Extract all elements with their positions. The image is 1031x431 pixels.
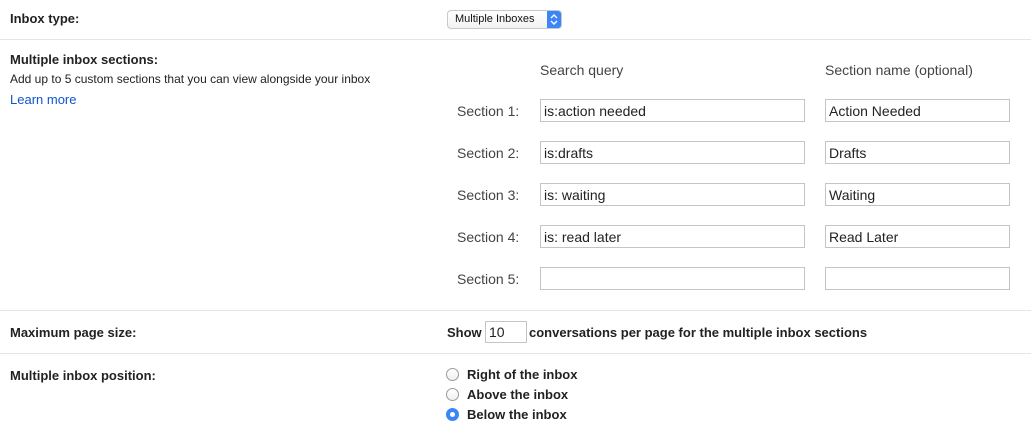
- section-3-label: Section 3:: [457, 187, 520, 203]
- section-4-query-input[interactable]: [540, 225, 805, 248]
- section-1-query-input[interactable]: [540, 99, 805, 122]
- sections-description: Add up to 5 custom sections that you can…: [10, 72, 371, 86]
- section-3-query-input[interactable]: [540, 183, 805, 206]
- section-5-query-input[interactable]: [540, 267, 805, 290]
- position-option-label: Below the inbox: [467, 407, 567, 422]
- inbox-type-label: Inbox type:: [10, 11, 80, 26]
- section-2-label: Section 2:: [457, 145, 520, 161]
- position-label: Multiple inbox position:: [10, 368, 156, 383]
- radio-checked-icon[interactable]: [446, 408, 459, 421]
- inbox-type-selected-value: Multiple Inboxes: [455, 13, 535, 25]
- radio-unchecked-icon[interactable]: [446, 368, 459, 381]
- page-size-label: Maximum page size:: [10, 325, 137, 340]
- position-option-label: Above the inbox: [467, 387, 569, 402]
- section-4-label: Section 4:: [457, 229, 520, 245]
- section-1-name-input[interactable]: [825, 99, 1010, 122]
- section-4-name-input[interactable]: [825, 225, 1010, 248]
- section-5-name-input[interactable]: [825, 267, 1010, 290]
- page-size-suffix: conversations per page for the multiple …: [529, 325, 868, 340]
- section-2-name-input[interactable]: [825, 141, 1010, 164]
- select-arrows-icon: [547, 11, 561, 28]
- page-size-input[interactable]: [485, 321, 527, 343]
- section-3-name-input[interactable]: [825, 183, 1010, 206]
- inbox-type-select[interactable]: Multiple Inboxes: [447, 10, 562, 29]
- section-5-label: Section 5:: [457, 271, 520, 287]
- radio-unchecked-icon[interactable]: [446, 388, 459, 401]
- position-option-label: Right of the inbox: [467, 367, 578, 382]
- sections-label: Multiple inbox sections:: [10, 52, 159, 67]
- divider: [0, 353, 1031, 354]
- search-query-header: Search query: [540, 62, 624, 78]
- section-1-label: Section 1:: [457, 103, 520, 119]
- page-size-show-text: Show: [447, 325, 482, 340]
- learn-more-link[interactable]: Learn more: [10, 92, 76, 107]
- section-name-header: Section name (optional): [825, 62, 973, 78]
- section-2-query-input[interactable]: [540, 141, 805, 164]
- divider: [0, 39, 1031, 40]
- divider: [0, 310, 1031, 311]
